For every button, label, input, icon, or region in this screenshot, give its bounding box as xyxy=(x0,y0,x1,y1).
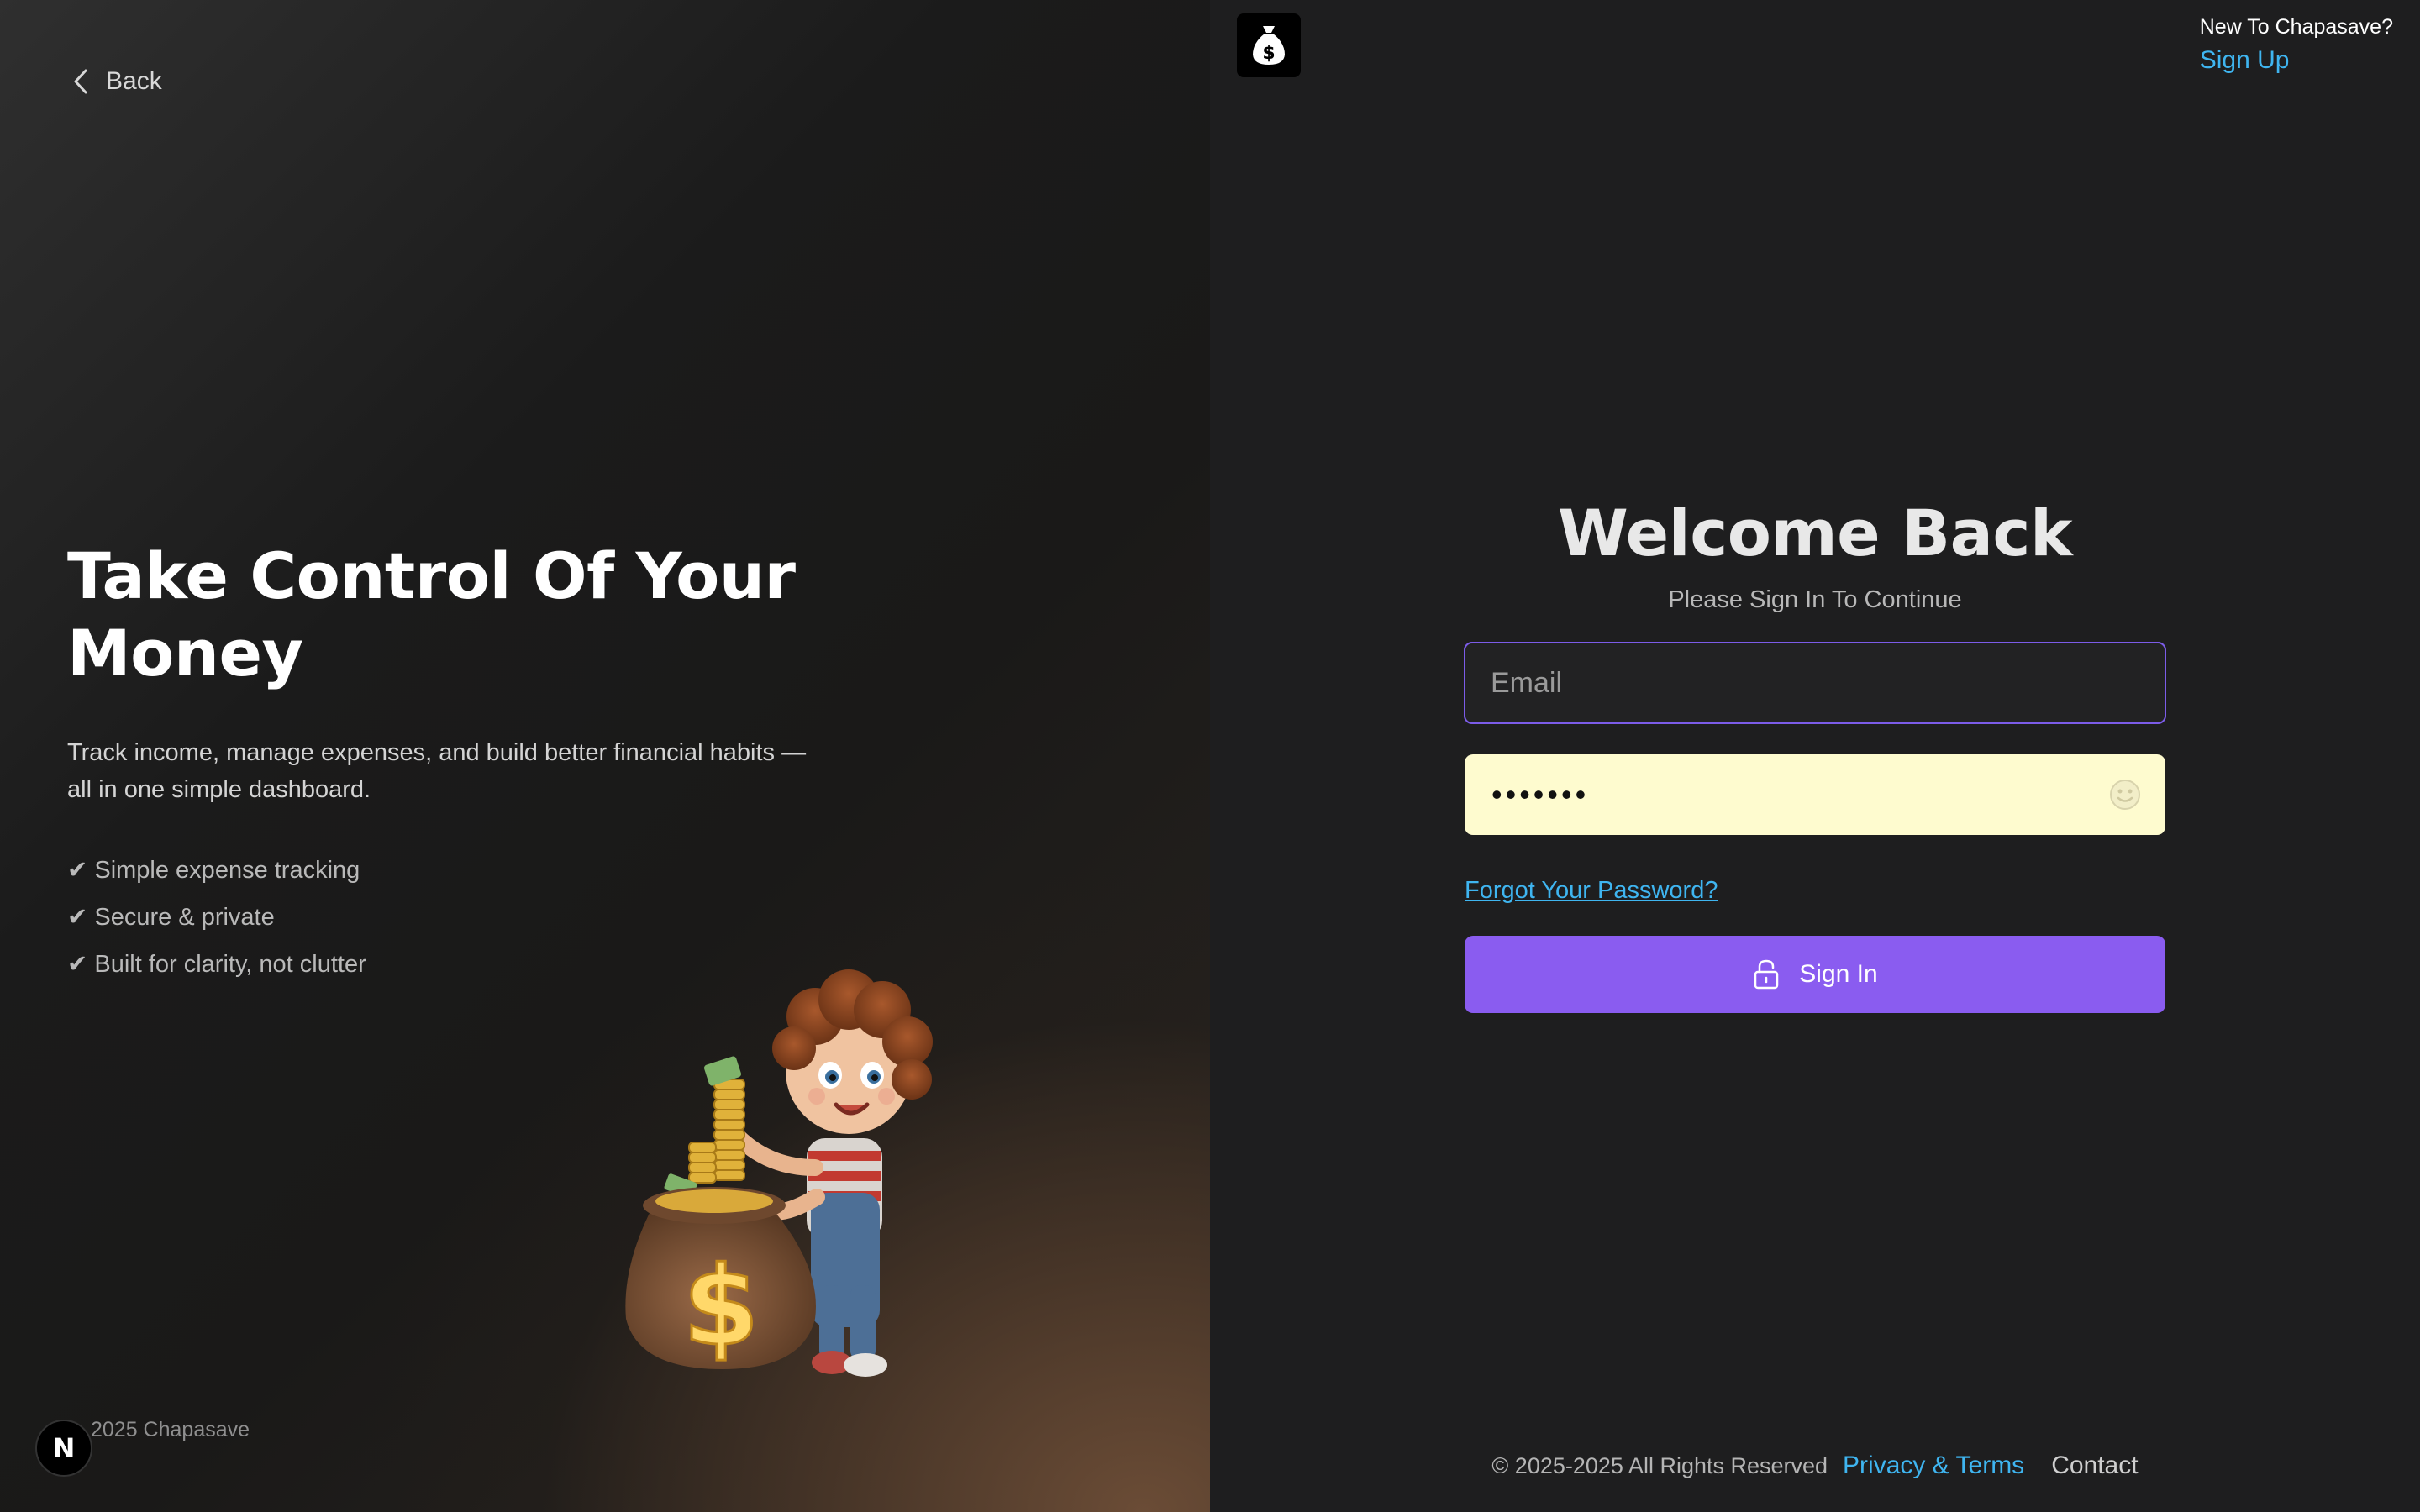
back-button[interactable]: Back xyxy=(71,67,162,96)
signup-box: New To Chapasave? Sign Up xyxy=(2200,15,2393,75)
feature-item: ✔ Built for clarity, not clutter xyxy=(67,951,366,978)
privacy-terms-link[interactable]: Privacy & Terms xyxy=(1843,1452,2024,1480)
feature-list: ✔ Simple expense tracking ✔ Secure & pri… xyxy=(67,847,366,988)
hero-description: Track income, manage expenses, and build… xyxy=(67,739,807,803)
signup-link[interactable]: Sign Up xyxy=(2200,46,2393,75)
forgot-password-link[interactable]: Forgot Your Password? xyxy=(1465,877,1718,905)
back-label: Back xyxy=(106,67,162,95)
page-title: Welcome Back xyxy=(1558,496,2072,570)
chevron-left-icon xyxy=(74,69,87,94)
password-field-wrapper xyxy=(1465,754,2165,835)
hero-panel: Back Take Control Of Your Money Track in… xyxy=(0,0,1210,1512)
sign-in-label: Sign In xyxy=(1799,960,1878,988)
left-copyright: 2025 Chapasave xyxy=(91,1418,250,1441)
app-logo[interactable]: $ xyxy=(1237,13,1301,77)
next-badge[interactable]: N xyxy=(35,1420,92,1477)
signup-prompt: New To Chapasave? xyxy=(2199,15,2393,39)
footer-copyright: © 2025-2025 All Rights Reserved xyxy=(1491,1453,1828,1478)
email-field[interactable] xyxy=(1464,642,2166,724)
page-subtitle: Please Sign In To Continue xyxy=(1668,586,1962,613)
feature-item: ✔ Secure & private xyxy=(67,904,275,931)
svg-text:$: $ xyxy=(1262,43,1275,64)
smiley-icon[interactable] xyxy=(2108,778,2142,811)
money-bag-kid-illustration: $ xyxy=(625,969,933,1377)
hero-headline: Take Control Of Your Money xyxy=(67,538,796,690)
svg-text:$: $ xyxy=(683,1242,759,1370)
password-field[interactable] xyxy=(1465,754,2165,835)
feature-item: ✔ Simple expense tracking xyxy=(67,857,360,884)
money-bag-icon: $ xyxy=(1253,26,1285,65)
contact-link[interactable]: Contact xyxy=(2051,1452,2138,1480)
login-panel: $ New To Chapasave? Sign Up Welcome Back… xyxy=(1210,0,2420,1512)
lock-icon xyxy=(1754,959,1779,990)
sign-in-button[interactable]: Sign In xyxy=(1465,936,2165,1013)
footer: © 2025-2025 All Rights Reserved Privacy … xyxy=(1210,1452,2420,1480)
